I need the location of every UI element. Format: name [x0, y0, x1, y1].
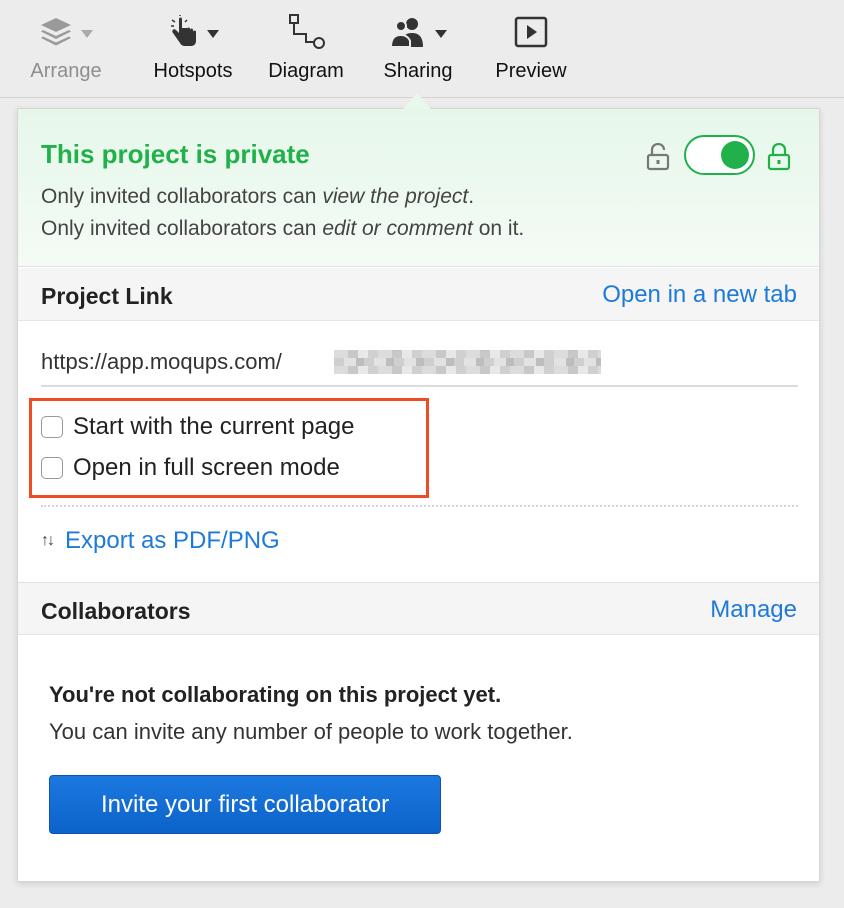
collaborators-title: Collaborators: [41, 598, 191, 624]
diagram-button[interactable]: Diagram: [263, 0, 349, 98]
export-link[interactable]: ↑↓ Export as PDF/PNG: [41, 527, 280, 555]
sharing-button[interactable]: Sharing: [378, 0, 458, 98]
full-screen-checkbox[interactable]: [41, 457, 63, 479]
arrange-button[interactable]: Arrange: [25, 0, 107, 98]
diagram-label: Diagram: [268, 60, 344, 82]
privacy-line1-suffix: .: [468, 185, 475, 208]
empty-state-subtitle: You can invite any number of people to w…: [49, 719, 573, 744]
privacy-line2-suffix: on it.: [472, 217, 525, 240]
privacy-line2-emph: edit or comment: [322, 217, 473, 240]
diagram-icon: [284, 12, 328, 57]
users-icon: [389, 15, 427, 54]
preview-button[interactable]: Preview: [491, 0, 571, 98]
sharing-label: Sharing: [383, 60, 453, 82]
chevron-down-icon: [81, 30, 93, 38]
hotspots-button[interactable]: Hotspots: [148, 0, 238, 98]
preview-label: Preview: [495, 60, 567, 82]
hotspots-label: Hotspots: [153, 60, 233, 82]
chevron-down-icon: [435, 30, 447, 38]
project-link-title: Project Link: [41, 283, 173, 309]
full-screen-option[interactable]: Open in full screen mode: [41, 454, 340, 482]
privacy-section: This project is private Only invited col…: [18, 109, 819, 267]
manage-link[interactable]: Manage: [710, 596, 797, 624]
chevron-down-icon: [207, 30, 219, 38]
privacy-line2-prefix: Only invited collaborators can: [41, 217, 323, 240]
project-url-field[interactable]: https://app.moqups.com/: [41, 335, 798, 387]
export-label: Export as PDF/PNG: [65, 527, 280, 554]
privacy-toggle[interactable]: [684, 135, 755, 175]
toggle-knob: [721, 141, 749, 169]
project-url-text: https://app.moqups.com/: [41, 349, 282, 374]
start-current-page-option[interactable]: Start with the current page: [41, 413, 354, 441]
top-toolbar: Arrange Hotspots Diagram Sharing Preview: [0, 0, 844, 98]
sharing-panel: This project is private Only invited col…: [17, 108, 820, 882]
layers-icon: [39, 16, 73, 53]
privacy-edit-note: Only invited collaborators can edit or c…: [41, 217, 524, 241]
unlocked-icon: [646, 142, 670, 176]
invite-collaborator-button[interactable]: Invite your first collaborator: [49, 775, 441, 834]
arrange-label: Arrange: [30, 60, 102, 82]
redacted-url-part: [334, 350, 601, 374]
privacy-line1-emph: view the project: [322, 185, 469, 208]
popover-pointer: [403, 93, 431, 109]
divider: [41, 505, 798, 507]
privacy-view-note: Only invited collaborators can view the …: [41, 185, 474, 209]
locked-icon: [767, 142, 791, 176]
hand-pointer-icon: [167, 14, 199, 54]
play-icon: [514, 16, 548, 53]
start-current-page-checkbox[interactable]: [41, 416, 63, 438]
sort-arrows-icon: ↑↓: [41, 532, 55, 549]
open-new-tab-link[interactable]: Open in a new tab: [602, 281, 797, 309]
privacy-title: This project is private: [41, 139, 310, 169]
project-link-header: Project Link Open in a new tab: [18, 268, 819, 321]
full-screen-label: Open in full screen mode: [73, 454, 340, 481]
privacy-line1-prefix: Only invited collaborators can: [41, 185, 323, 208]
collaborators-header: Collaborators Manage: [18, 582, 819, 635]
empty-state-title: You're not collaborating on this project…: [49, 682, 502, 707]
start-current-page-label: Start with the current page: [73, 413, 355, 440]
